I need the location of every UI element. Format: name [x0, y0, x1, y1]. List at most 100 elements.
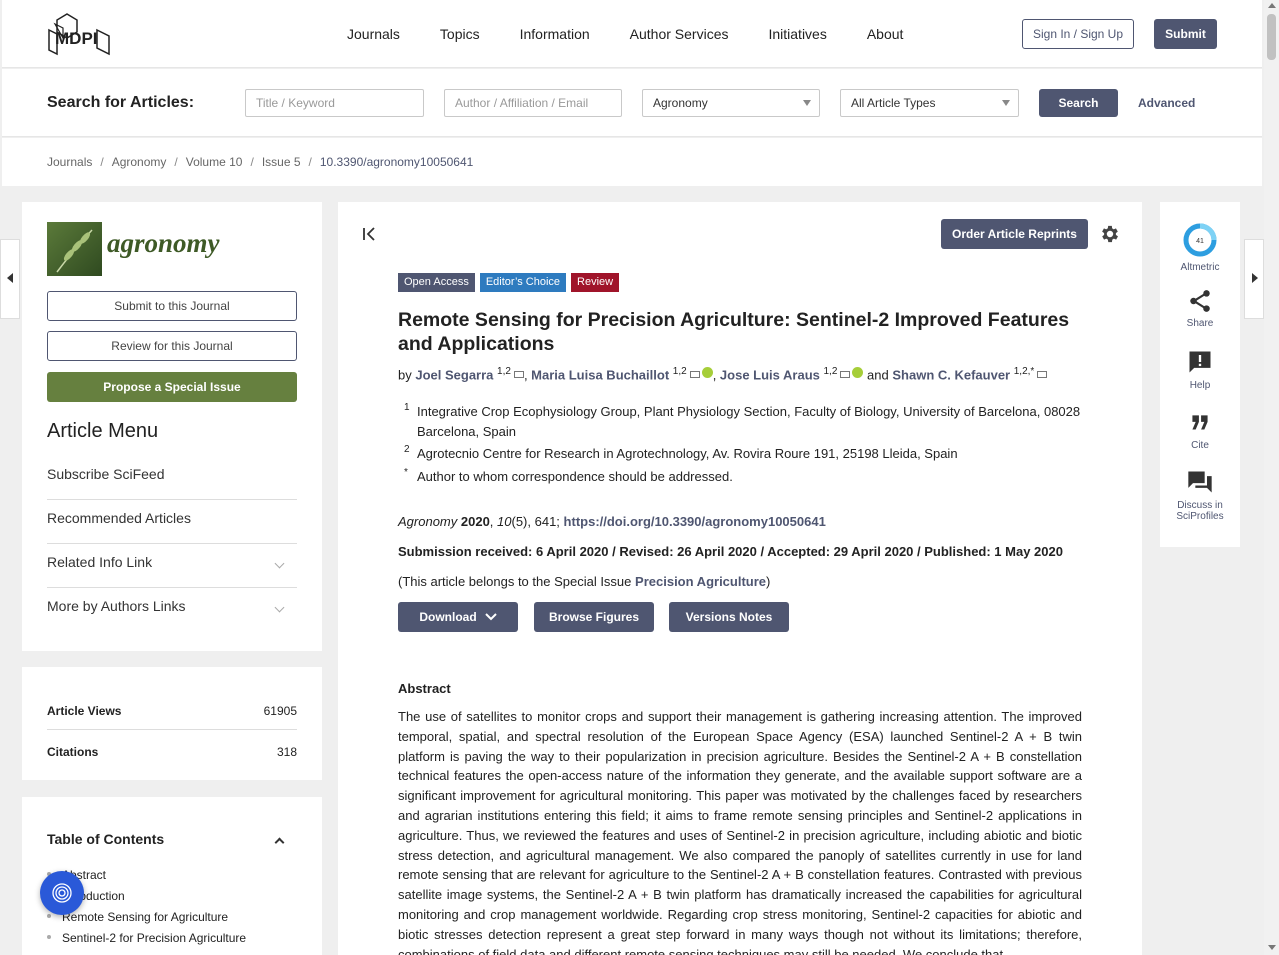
order-reprints-button[interactable]: Order Article Reprints	[941, 219, 1088, 249]
article-type-select[interactable]: All Article Types	[840, 89, 1019, 117]
author-link[interactable]: Jose Luis Araus	[720, 367, 820, 382]
citation-line: Agronomy 2020, 10(5), 641; https://doi.o…	[398, 514, 826, 529]
author-list: by Joel Segarra 1,2, Maria Luisa Buchail…	[398, 366, 1048, 382]
title-keyword-input[interactable]: Title / Keyword	[245, 89, 424, 117]
journal-name[interactable]: agronomy	[107, 228, 220, 259]
dropdown-caret-icon	[1002, 100, 1010, 106]
quote-icon	[1192, 415, 1208, 430]
nav-author-services[interactable]: Author Services	[630, 26, 729, 42]
menu-more-by-authors[interactable]: More by Authors Links	[47, 588, 297, 632]
author-link[interactable]: Shawn C. Kefauver	[892, 367, 1010, 382]
scroll-down-arrow-icon[interactable]	[1268, 945, 1276, 950]
sign-in-button[interactable]: Sign In / Sign Up	[1022, 19, 1134, 49]
chevron-down-icon	[274, 602, 285, 613]
metrics-card: Article Views 61905 Citations 318	[22, 667, 322, 780]
abstract-text: The use of satellites to monitor crops a…	[398, 709, 1082, 955]
left-panel-toggle[interactable]	[0, 239, 20, 319]
nav-about[interactable]: About	[867, 26, 904, 42]
menu-related-info-link[interactable]: Related Info Link	[47, 544, 297, 588]
article-main: Order Article Reprints Open Access Edito…	[338, 202, 1142, 955]
breadcrumb: Journals / Agronomy / Volume 10/ Issue 5/ …	[2, 138, 1262, 186]
review-badge: Review	[571, 273, 620, 292]
nav-topics[interactable]: Topics	[440, 26, 480, 42]
scroll-up-arrow-icon[interactable]	[1268, 3, 1276, 8]
main-nav: Journals Topics Information Author Servi…	[347, 26, 903, 42]
toc-item[interactable]: Remote Sensing for Agriculture	[46, 910, 228, 924]
menu-recommended-articles[interactable]: Recommended Articles	[47, 500, 297, 544]
crumb-agronomy[interactable]: Agronomy	[112, 155, 167, 169]
collapse-sidebar-icon[interactable]	[362, 227, 378, 241]
submit-button[interactable]: Submit	[1154, 19, 1217, 49]
crumb-issue[interactable]: Issue 5	[262, 155, 301, 169]
caret-right-icon	[1252, 273, 1258, 283]
envelope-icon[interactable]	[1037, 371, 1048, 379]
special-issue-note: (This article belongs to the Special Iss…	[398, 574, 771, 589]
correspondence-note: * Author to whom correspondence should b…	[404, 467, 733, 484]
article-type-value: All Article Types	[851, 96, 936, 110]
doi-link[interactable]: https://doi.org/10.3390/agronomy10050641	[564, 514, 826, 529]
metric-views[interactable]: Article Views 61905	[47, 704, 297, 730]
journal-cover-image[interactable]	[47, 222, 102, 276]
page-scrollbar[interactable]	[1264, 0, 1279, 955]
help-button[interactable]: Help	[1160, 348, 1240, 391]
menu-subscribe-scifeed[interactable]: Subscribe SciFeed	[47, 456, 297, 500]
chevron-down-icon	[484, 613, 497, 621]
journal-select[interactable]: Agronomy	[642, 89, 820, 117]
envelope-icon[interactable]	[840, 371, 851, 379]
toc-title[interactable]: Table of Contents	[47, 831, 164, 847]
publication-dates: Submission received: 6 April 2020 / Revi…	[398, 544, 1063, 559]
review-for-journal-button[interactable]: Review for this Journal	[47, 331, 297, 361]
advanced-search-link[interactable]: Advanced	[1138, 96, 1195, 110]
special-issue-link[interactable]: Precision Agriculture	[635, 574, 766, 589]
scroll-thumb[interactable]	[1267, 14, 1276, 60]
right-panel-toggle[interactable]	[1244, 239, 1264, 319]
search-label: Search for Articles:	[47, 94, 195, 111]
open-access-badge[interactable]: Open Access	[398, 273, 475, 292]
nav-initiatives[interactable]: Initiatives	[768, 26, 826, 42]
share-button[interactable]: Share	[1160, 288, 1240, 329]
nav-information[interactable]: Information	[520, 26, 590, 42]
editors-choice-badge[interactable]: Editor’s Choice	[479, 273, 567, 292]
search-button[interactable]: Search	[1039, 89, 1118, 117]
download-button[interactable]: Download	[398, 602, 518, 632]
abstract-heading: Abstract	[398, 681, 451, 696]
browse-figures-button[interactable]: Browse Figures	[534, 602, 654, 632]
envelope-icon[interactable]	[513, 371, 524, 379]
share-icon	[1190, 290, 1210, 312]
discuss-sciprofiles-button[interactable]: Discuss in SciProfiles	[1160, 468, 1240, 522]
metric-citations[interactable]: Citations 318	[47, 745, 297, 759]
mdpi-logo[interactable]: MDPI	[47, 12, 113, 56]
crumb-doi[interactable]: 10.3390/agronomy10050641	[320, 155, 473, 169]
article-menu-card: agronomy Submit to this Journal Review f…	[22, 202, 322, 651]
envelope-icon[interactable]	[689, 371, 700, 379]
author-input[interactable]: Author / Affiliation / Email	[444, 89, 622, 117]
affiliation-2: 2 Agrotecnio Centre for Research in Agro…	[404, 444, 958, 461]
article-badges: Open Access Editor’s Choice Review	[398, 273, 620, 292]
author-link[interactable]: Maria Luisa Buchaillot	[531, 367, 669, 382]
gear-icon[interactable]	[1099, 223, 1121, 245]
toc-item[interactable]: Sentinel-2 for Precision Agriculture	[46, 931, 246, 945]
versions-notes-button[interactable]: Versions Notes	[669, 602, 789, 632]
article-tools-rail: 41 Altmetric Share Help Cite Discuss in …	[1160, 202, 1240, 547]
cite-button[interactable]: Cite	[1160, 410, 1240, 451]
crumb-journals[interactable]: Journals	[47, 155, 92, 169]
article-title: Remote Sensing for Precision Agriculture…	[398, 309, 1070, 355]
help-icon	[1189, 351, 1211, 373]
submit-to-journal-button[interactable]: Submit to this Journal	[47, 291, 297, 321]
fingerprint-icon[interactable]	[40, 871, 84, 915]
altmetric-widget[interactable]: 41 Altmetric	[1160, 222, 1240, 273]
author-link[interactable]: Joel Segarra	[415, 367, 493, 382]
wheat-icon	[56, 229, 93, 273]
propose-special-issue-button[interactable]: Propose a Special Issue	[47, 372, 297, 402]
nav-journals[interactable]: Journals	[347, 26, 400, 42]
chevron-up-icon[interactable]	[274, 837, 285, 848]
top-navbar: MDPI Journals Topics Information Author …	[2, 0, 1262, 68]
search-bar: Search for Articles: Title / Keyword Aut…	[2, 69, 1262, 137]
discussion-icon	[1188, 471, 1212, 493]
orcid-icon[interactable]	[852, 367, 864, 379]
crumb-volume[interactable]: Volume 10	[186, 155, 243, 169]
altmetric-donut-icon: 41	[1183, 223, 1217, 257]
orcid-icon[interactable]	[701, 367, 713, 379]
article-menu-title: Article Menu	[47, 420, 159, 442]
caret-left-icon	[7, 273, 13, 283]
